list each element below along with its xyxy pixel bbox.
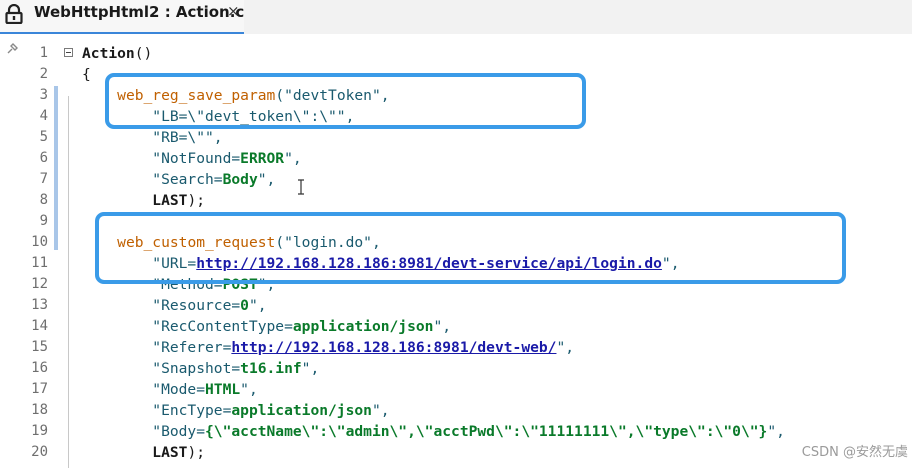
code-text: "Mode=HTML", [82,379,258,400]
code-token: 0 [240,297,249,314]
line-number: 16 [31,360,48,376]
code-text: { [82,64,91,85]
code-token: ", [556,339,575,356]
code-token: "NotFound= [82,150,241,167]
code-token: ", [257,171,276,188]
code-text: LAST); [82,442,205,463]
highlight-box-reg-save-param [105,73,586,129]
code-token: "Body= [82,423,206,440]
line-number: 3 [39,87,48,103]
line-number: 14 [31,318,48,334]
line-number: 18 [31,402,48,418]
code-editor[interactable]: 1 Action() 2{3 web_reg_save_param("devtTok… [0,36,912,468]
line-number: 8 [39,192,48,208]
code-text: "Resource=0", [82,295,267,316]
code-token: LAST [152,444,188,461]
code-token: "Snapshot= [82,360,241,377]
code-line[interactable]: 18 "EncType=application/json", [0,400,912,421]
code-token: HTML [205,381,241,398]
code-text: Action() [82,43,152,64]
line-number: 10 [31,234,48,250]
lock-icon [5,4,23,24]
text-cursor-icon [298,179,304,195]
code-token: "RecContentType= [82,318,293,335]
code-text: "NotFound=ERROR", [82,148,302,169]
code-token: ", [240,381,258,398]
code-token: {\"acctName\":\"admin\",\"acctPwd\":\"11… [205,423,768,440]
code-text: LAST); [82,190,205,211]
code-line[interactable]: 8 LAST); [0,190,912,211]
code-line[interactable]: 14 "RecContentType=application/json", [0,316,912,337]
code-line[interactable]: 1 Action() [0,43,912,64]
code-token[interactable]: http://192.168.128.186:8981/devt-web/ [231,339,556,356]
code-token: ", [767,423,785,440]
code-line[interactable]: 5 "RB=\"", [0,127,912,148]
tab-bar: WebHttpHtml2 : Action.c × [0,0,912,34]
line-number: 20 [31,444,48,460]
code-token: ", [284,150,302,167]
line-number: 5 [39,129,48,145]
line-number: 2 [39,66,48,82]
code-token: "Mode= [82,381,206,398]
line-number: 6 [39,150,48,166]
close-icon[interactable]: × [227,2,240,20]
code-token: t16.inf [240,360,302,377]
line-number: 9 [39,213,48,229]
tab-action-c[interactable]: WebHttpHtml2 : Action.c × [0,0,244,34]
watermark: CSDN @安然无虞 [801,445,908,460]
code-line[interactable]: 6 "NotFound=ERROR", [0,148,912,169]
code-text: "Snapshot=t16.inf", [82,358,319,379]
code-text: "EncType=application/json", [82,400,390,421]
line-number: 19 [31,423,48,439]
code-text: "Body={\"acctName\":\"admin\",\"acctPwd\… [82,421,785,442]
line-number: 1 [39,45,48,61]
code-token: "Resource= [82,297,241,314]
code-text: "Search=Body", [82,169,275,190]
tab-title: WebHttpHtml2 : Action.c [34,3,245,21]
code-token: ); [187,444,206,461]
line-number: 17 [31,381,48,397]
code-token: "Referer= [82,339,232,356]
line-number: 7 [39,171,48,187]
line-number: 12 [31,276,48,292]
code-token: ", [371,402,390,419]
code-line[interactable]: 19 "Body={\"acctName\":\"admin\",\"acctP… [0,421,912,442]
code-token: { [82,66,91,83]
code-token: "Search= [82,171,223,188]
code-token: "RB=\"", [82,129,223,146]
code-token: LAST [152,192,188,209]
line-number: 13 [31,297,48,313]
code-line[interactable]: 13 "Resource=0", [0,295,912,316]
code-token: ", [301,360,320,377]
code-line[interactable]: 17 "Mode=HTML", [0,379,912,400]
code-token: application/json [231,402,372,419]
code-token: application/json [292,318,434,335]
code-token: ", [433,318,452,335]
line-number: 15 [31,339,48,355]
highlight-box-custom-request [95,212,846,284]
line-number: 4 [39,108,48,124]
line-number: 11 [31,255,48,271]
code-line[interactable]: 15 "Referer=http://192.168.128.186:8981/… [0,337,912,358]
code-token: Action [82,45,135,62]
fold-toggle-icon[interactable] [64,48,73,57]
code-line[interactable]: 7 "Search=Body", [0,169,912,190]
code-text: "RecContentType=application/json", [82,316,451,337]
code-text: "Referer=http://192.168.128.186:8981/dev… [82,337,574,358]
code-token: Body [222,171,258,188]
code-line[interactable]: 20 LAST); [0,442,912,463]
code-line[interactable]: 16 "Snapshot=t16.inf", [0,358,912,379]
code-token: ); [187,192,206,209]
code-text: "RB=\"", [82,127,223,148]
code-token: () [134,45,153,62]
code-token: "EncType= [82,402,232,419]
code-token: ", [248,297,267,314]
code-token: ERROR [240,150,285,167]
